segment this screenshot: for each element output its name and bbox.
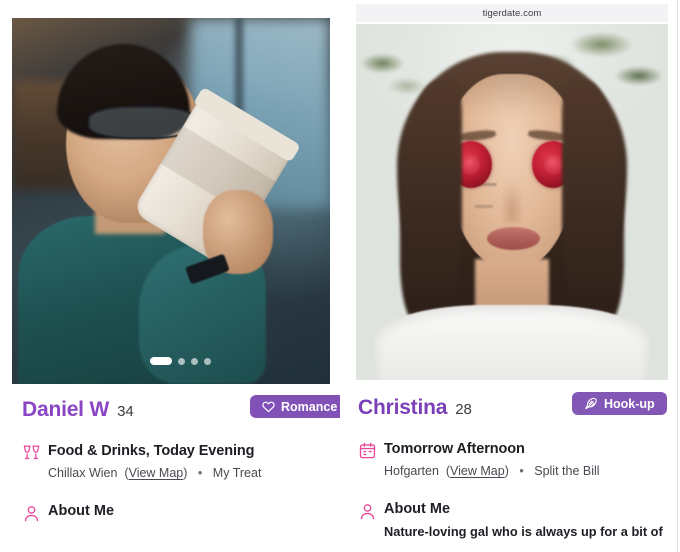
person-icon xyxy=(358,501,384,521)
photo-scene-woman-roses xyxy=(356,24,668,380)
venue-name: Hofgarten xyxy=(384,464,439,479)
separator-dot: • xyxy=(197,466,203,481)
heart-icon xyxy=(262,400,275,413)
name-row-daniel: Daniel W 34 Romance xyxy=(22,395,340,424)
payment-preference: Split the Bill xyxy=(534,464,600,479)
url-text: tigerdate.com xyxy=(482,7,542,19)
payment-preference: My Treat xyxy=(212,466,262,481)
profile-name: Daniel W xyxy=(22,398,110,421)
date-detail-body: Tomorrow Afternoon Hofgarten (View Map) … xyxy=(384,440,668,479)
intent-badge-label: Hook-up xyxy=(604,396,655,411)
intent-badge-hookup[interactable]: Hook-up xyxy=(572,392,667,415)
profile-photo-christina[interactable] xyxy=(356,24,668,380)
feather-icon xyxy=(584,397,598,411)
profile-age: 34 xyxy=(117,403,134,420)
date-activity-title: Food & Drinks, Today Evening xyxy=(48,443,255,459)
date-detail-body: Food & Drinks, Today Evening Chillax Wie… xyxy=(48,442,330,481)
carousel-dot[interactable] xyxy=(204,357,211,365)
intent-badge-label: Romance xyxy=(281,399,338,414)
intent-badge-romance[interactable]: Romance xyxy=(250,395,340,418)
date-venue-line: Hofgarten (View Map) • Split the Bill xyxy=(384,463,668,479)
profile-info-christina: Christina 28 Hook-up Tomorrow Afternoon … xyxy=(340,392,680,541)
photo-scene-man-coffee xyxy=(12,18,330,384)
date-activity-title: Tomorrow Afternoon xyxy=(384,441,525,457)
profile-card-daniel[interactable]: Daniel W 34 Romance Food & Drinks, Today… xyxy=(0,0,340,552)
cheers-glasses-icon xyxy=(22,442,48,462)
profile-info-daniel: Daniel W 34 Romance Food & Drinks, Today… xyxy=(0,395,340,526)
browser-url-bar[interactable]: tigerdate.com xyxy=(356,4,668,22)
about-me-row-christina: About Me Nature-loving gal who is always… xyxy=(358,501,668,541)
view-map-link[interactable]: View Map xyxy=(450,464,505,478)
profile-name: Christina xyxy=(358,396,448,419)
view-map-link[interactable]: View Map xyxy=(129,466,184,480)
about-me-title: About Me xyxy=(384,501,451,518)
about-me-title: About Me xyxy=(48,503,115,520)
calendar-icon xyxy=(358,440,384,460)
carousel-dot[interactable] xyxy=(191,357,198,365)
profile-photo-daniel[interactable] xyxy=(12,18,330,384)
card-edge-divider xyxy=(677,0,678,552)
person-icon xyxy=(22,503,48,523)
separator-dot: • xyxy=(519,464,524,479)
profile-card-christina[interactable]: tigerdate.com Christina 28 Hook-up Tomor… xyxy=(340,0,680,552)
date-venue-line: Chillax Wien (View Map) • My Treat xyxy=(48,465,330,481)
photo-carousel-indicator-daniel[interactable] xyxy=(150,357,211,365)
map-link-wrap: (View Map) xyxy=(442,464,509,479)
date-detail-row-daniel: Food & Drinks, Today Evening Chillax Wie… xyxy=(22,442,330,481)
map-link-wrap: (View Map) xyxy=(120,466,188,481)
about-me-body: About Me xyxy=(48,503,330,526)
venue-name: Chillax Wien xyxy=(48,466,118,481)
about-me-body: About Me Nature-loving gal who is always… xyxy=(384,501,668,541)
profile-age: 28 xyxy=(455,401,472,418)
carousel-dot[interactable] xyxy=(178,357,185,365)
name-row-christina: Christina 28 Hook-up xyxy=(358,392,668,422)
dating-profile-comparison-screen: Daniel W 34 Romance Food & Drinks, Today… xyxy=(0,0,680,552)
carousel-dot-active[interactable] xyxy=(150,357,172,365)
about-me-row-daniel: About Me xyxy=(22,503,330,526)
date-detail-row-christina: Tomorrow Afternoon Hofgarten (View Map) … xyxy=(358,440,668,479)
about-me-text: Nature-loving gal who is always up for a… xyxy=(384,524,663,540)
